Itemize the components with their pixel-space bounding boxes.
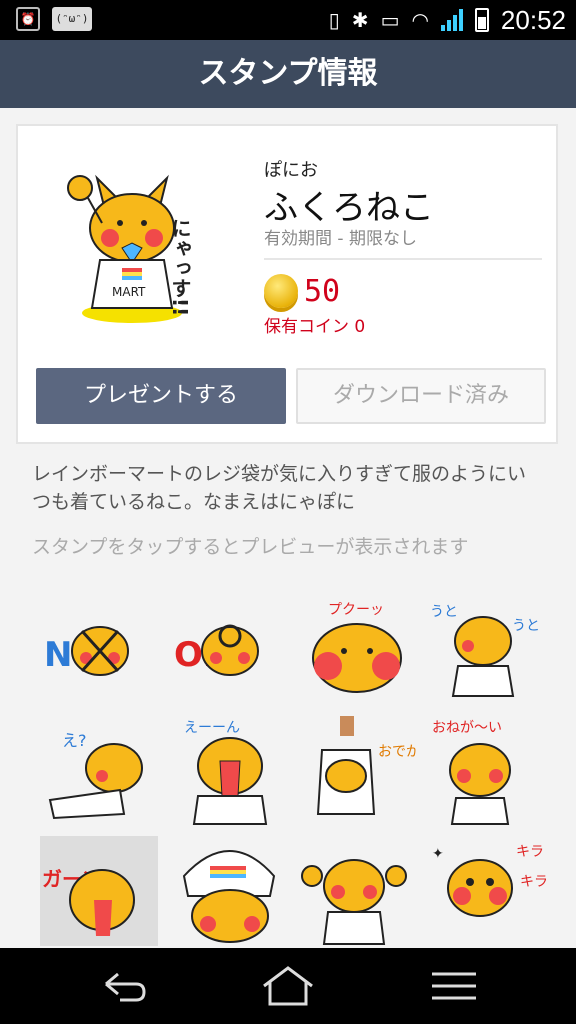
signal-icon [440, 9, 463, 31]
sticker-grid: NO! OK! プクーッ うと うと え? えーーん [0, 592, 576, 948]
sticker-onegai[interactable]: おねが〜い [428, 716, 546, 826]
vibrate-icon: ▯ [328, 8, 340, 32]
sticker-cat-front[interactable] [298, 836, 416, 946]
validity-period: 有効期間 - 期限なし [264, 229, 417, 249]
svg-text:キラ: キラ [520, 874, 546, 890]
bluetooth-icon: ✱ [351, 8, 369, 32]
divider [264, 258, 542, 260]
svg-text:プクーッ: プクーッ [328, 602, 384, 618]
pack-name: ふくろねこ [264, 188, 434, 228]
owned-coins: 保有コイン 0 [264, 317, 366, 337]
menu-icon[interactable] [424, 962, 484, 1010]
status-bar: ⏰ (ᵔωᵔ) ▯ ✱ ▭ ◠ 20:52 [0, 0, 576, 40]
downloaded-button[interactable]: ダウンロード済み [296, 368, 546, 424]
alarm-icon: ⏰ [16, 7, 40, 31]
back-icon[interactable] [92, 962, 152, 1010]
svg-text:MART: MART [112, 285, 146, 299]
preview-hint: スタンプをタップするとプレビューが表示されます [32, 536, 469, 558]
sticker-gaan[interactable]: ガーン [40, 836, 158, 946]
svg-text:キラ: キラ [516, 844, 544, 860]
price: 50 [304, 274, 341, 309]
present-button[interactable]: プレゼントする [36, 368, 286, 424]
clock: 20:52 [500, 4, 566, 35]
svg-text:✦: ✦ [432, 846, 444, 862]
battery-icon [474, 8, 489, 32]
sticker-kira[interactable]: ✦ キラ キラ [428, 836, 546, 946]
sticker-no[interactable]: NO! [40, 596, 158, 706]
pack-description: レインボーマートのレジ袋が気に入りすぎて服のようにいつも着ているねこ。なまえはに… [32, 463, 527, 513]
wifi-icon: ◠ [411, 8, 429, 32]
sticker-odekake[interactable]: おでかけ中 [298, 716, 416, 826]
page-title: スタンプ情報 [0, 40, 576, 108]
svg-text:え?: え? [62, 731, 87, 750]
face-badge-icon: (ᵔωᵔ) [52, 7, 92, 31]
sticker-ok[interactable]: OK! [170, 596, 288, 706]
svg-text:えーーん: えーーん [184, 720, 240, 736]
sticker-een[interactable]: えーーん [170, 716, 288, 826]
author-name: ぽにお [264, 160, 318, 181]
sticker-pack-card: MART にゃっす!! ぽにお ふくろねこ 有効期間 - 期限なし 50 保有コ… [16, 124, 558, 444]
svg-text:うと: うと [430, 604, 458, 620]
home-icon[interactable] [258, 962, 318, 1010]
main-sticker-image: MART にゃっす!! [67, 174, 192, 323]
coin-icon [264, 274, 298, 308]
navigation-bar [0, 948, 576, 1024]
svg-text:おねが〜い: おねが〜い [432, 720, 502, 736]
sim-icon: ▭ [380, 8, 400, 32]
sticker-uto[interactable]: うと うと [428, 596, 546, 706]
sticker-puku[interactable]: プクーッ [298, 596, 416, 706]
svg-text:おでかけ中: おでかけ中 [378, 744, 416, 760]
sticker-eh[interactable]: え? [40, 716, 158, 826]
svg-text:うと: うと [512, 618, 540, 634]
sticker-bag-head[interactable] [170, 836, 288, 946]
svg-text:にゃっす!!: にゃっす!! [168, 218, 192, 316]
